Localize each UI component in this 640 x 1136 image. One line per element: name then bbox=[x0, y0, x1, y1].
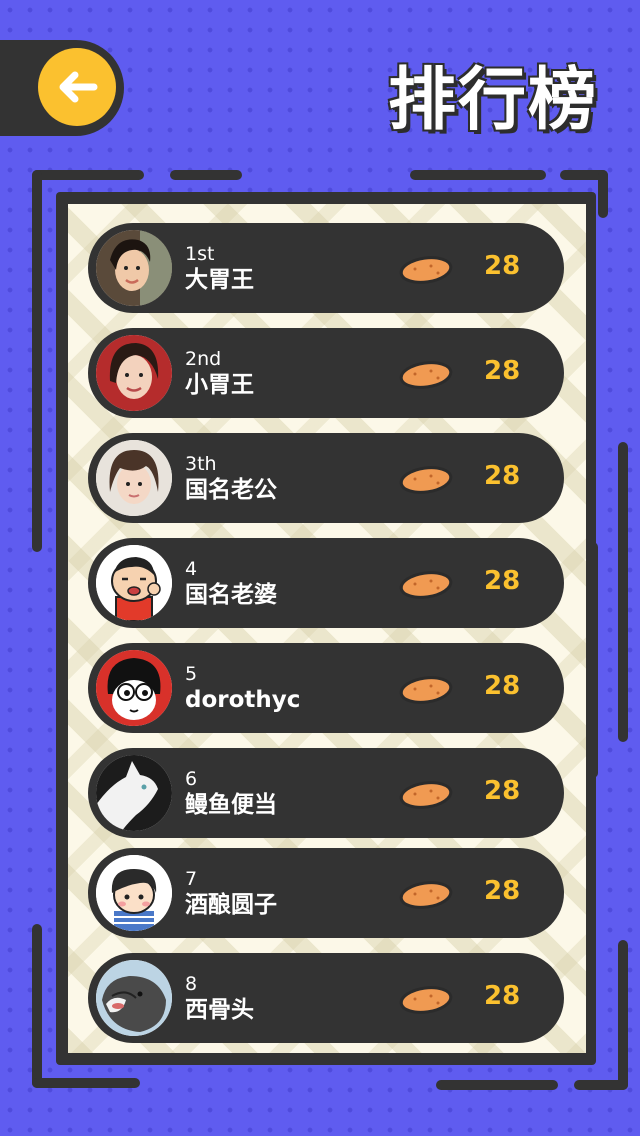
leaderboard-row[interactable]: 1st 大胃王 28 bbox=[88, 223, 564, 313]
leaderboard-row[interactable]: 4 国名老婆 28 bbox=[88, 538, 564, 628]
rank-label: 6 bbox=[185, 768, 198, 790]
score-value: 28 bbox=[484, 981, 521, 1011]
rank-label: 3th bbox=[185, 453, 217, 475]
rank-label: 8 bbox=[185, 973, 198, 995]
page-title: 排行榜 bbox=[387, 61, 598, 140]
avatar bbox=[96, 650, 172, 726]
avatar bbox=[96, 230, 172, 306]
player-name: 小胃王 bbox=[185, 372, 254, 398]
leaderboard-row[interactable]: 7 酒酿圆子 28 bbox=[88, 848, 564, 938]
player-name: 国名老公 bbox=[185, 477, 277, 503]
potato-icon bbox=[398, 568, 454, 604]
score-value: 28 bbox=[484, 776, 521, 806]
score-value: 28 bbox=[484, 461, 521, 491]
potato-icon bbox=[398, 983, 454, 1019]
potato-icon bbox=[398, 253, 454, 289]
potato-icon bbox=[398, 878, 454, 914]
rank-label: 2nd bbox=[185, 348, 222, 370]
avatar bbox=[96, 335, 172, 411]
player-name: 西骨头 bbox=[185, 997, 254, 1023]
leaderboard-row[interactable]: 8 西骨头 28 bbox=[88, 953, 564, 1043]
leaderboard-row[interactable]: 3th 国名老公 28 bbox=[88, 433, 564, 523]
rank-label: 5 bbox=[185, 663, 198, 685]
player-name: dorothyc bbox=[185, 687, 301, 713]
player-name: 大胃王 bbox=[185, 267, 254, 293]
score-value: 28 bbox=[484, 876, 521, 906]
score-value: 28 bbox=[484, 251, 521, 281]
avatar bbox=[96, 855, 172, 931]
rank-label: 7 bbox=[185, 868, 198, 890]
rank-label: 4 bbox=[185, 558, 198, 580]
score-value: 28 bbox=[484, 566, 521, 596]
leaderboard-row[interactable]: 5 dorothyc 28 bbox=[88, 643, 564, 733]
avatar bbox=[96, 545, 172, 621]
rank-label: 1st bbox=[185, 243, 215, 265]
potato-icon bbox=[398, 778, 454, 814]
back-button[interactable] bbox=[38, 48, 116, 126]
potato-icon bbox=[398, 358, 454, 394]
potato-icon bbox=[398, 673, 454, 709]
player-name: 酒酿圆子 bbox=[185, 892, 277, 918]
player-name: 国名老婆 bbox=[185, 582, 277, 608]
avatar bbox=[96, 960, 172, 1036]
avatar bbox=[96, 440, 172, 516]
score-value: 28 bbox=[484, 671, 521, 701]
leaderboard-row[interactable]: 2nd 小胃王 28 bbox=[88, 328, 564, 418]
potato-icon bbox=[398, 463, 454, 499]
player-name: 鳗鱼便当 bbox=[185, 792, 277, 818]
leaderboard-row[interactable]: 6 鳗鱼便当 28 bbox=[88, 748, 564, 838]
score-value: 28 bbox=[484, 356, 521, 386]
avatar bbox=[96, 755, 172, 831]
